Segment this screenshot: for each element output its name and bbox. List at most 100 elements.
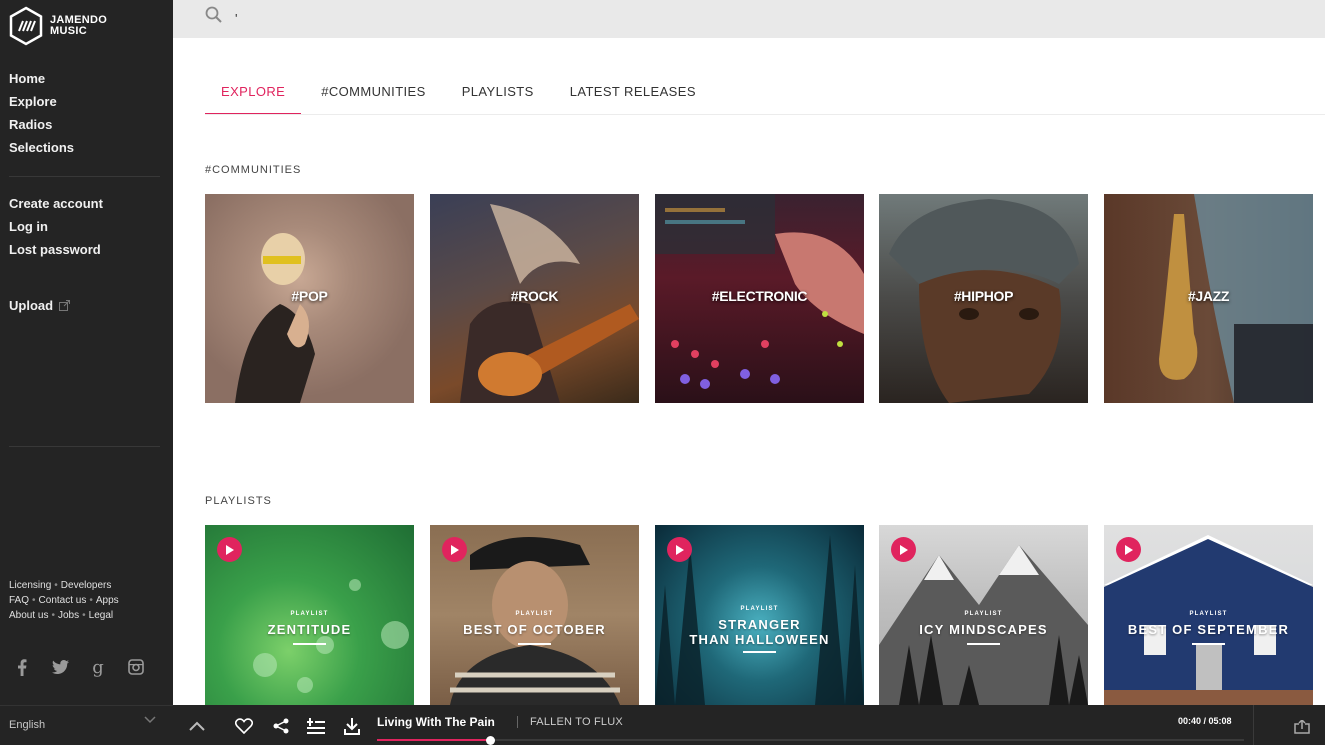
nav-explore[interactable]: Explore [9, 93, 74, 116]
add-to-queue-icon[interactable] [307, 717, 325, 735]
jamendo-logo-icon [9, 6, 43, 46]
tab-latest-releases[interactable]: LATEST RELEASES [550, 72, 712, 115]
playlist-tag: PLAYLIST [740, 606, 779, 612]
playlist-title-line-1: BEST OF OCTOBER [463, 622, 606, 637]
share-icon[interactable] [272, 717, 290, 735]
community-label-jazz: #JAZZ [1187, 288, 1230, 304]
chevron-down-icon[interactable] [144, 716, 156, 724]
upload-label: Upload [9, 298, 54, 313]
community-card-pop[interactable]: #POP [205, 194, 414, 403]
sidebar-divider [9, 446, 160, 447]
play-icon [451, 544, 459, 555]
playlist-card-icy-mindscapes[interactable]: PLAYLIST ICY MINDSCAPES [879, 525, 1088, 705]
twitter-icon[interactable] [51, 658, 69, 676]
play-button[interactable] [891, 537, 916, 562]
nav-home[interactable]: Home [9, 70, 74, 93]
community-card-electronic[interactable]: #ELECTRONIC [655, 194, 864, 403]
playlist-card-zentitude[interactable]: PLAYLIST ZENTITUDE [205, 525, 414, 705]
external-link-icon [59, 300, 71, 311]
community-card-hiphop[interactable]: #HIPHOP [879, 194, 1088, 403]
footer-faq[interactable]: FAQ [9, 595, 29, 606]
logo-line-2: MUSIC [50, 25, 87, 37]
social-links: g [13, 657, 145, 678]
community-label-hiphop: #HIPHOP [953, 288, 1014, 304]
footer-developers[interactable]: Developers [61, 580, 112, 591]
community-card-jazz[interactable]: #JAZZ [1104, 194, 1313, 403]
communities-section-title: #COMMUNITIES [205, 164, 302, 176]
footer-contact[interactable]: Contact us [39, 595, 87, 606]
language-divider [0, 705, 173, 706]
footer-jobs[interactable]: Jobs [58, 610, 79, 621]
player-divider [1253, 705, 1254, 745]
logo[interactable]: JAMENDO MUSIC [8, 6, 107, 46]
heart-icon[interactable] [235, 717, 253, 735]
tab-explore[interactable]: EXPLORE [205, 72, 302, 115]
track-separator [517, 716, 518, 728]
footer-links: Licensing • Developers FAQ • Contact us • Apps… [9, 580, 119, 621]
footer-legal[interactable]: Legal [89, 610, 113, 621]
account-nav: Create account Log in Lost password [9, 195, 103, 264]
playlist-card-best-of-september[interactable]: PLAYLIST BEST OF SEPTEMBER [1104, 525, 1313, 705]
footer-about[interactable]: About us [9, 610, 48, 621]
download-icon[interactable] [343, 717, 361, 735]
play-button[interactable] [442, 537, 467, 562]
community-label-pop: #POP [291, 288, 328, 304]
language-selector[interactable]: English [9, 719, 45, 731]
playlist-title-line-1: STRANGER [718, 617, 801, 632]
play-icon [676, 544, 684, 555]
instagram-icon[interactable] [127, 658, 145, 676]
progress-fill [377, 739, 490, 741]
footer-apps[interactable]: Apps [96, 595, 119, 606]
upload-link[interactable]: Upload [9, 298, 71, 313]
playlists-section-title: PLAYLISTS [205, 495, 272, 507]
search-input[interactable] [235, 8, 835, 28]
community-card-rock[interactable]: #ROCK [430, 194, 639, 403]
search-icon[interactable] [205, 6, 223, 24]
facebook-icon[interactable] [13, 658, 31, 676]
playlist-title: BEST OF OCTOBER [430, 622, 639, 637]
tab-communities[interactable]: #COMMUNITIES [301, 72, 441, 115]
google-plus-icon[interactable]: g [89, 657, 107, 678]
progress-handle[interactable] [485, 736, 495, 745]
progress-track[interactable] [377, 739, 1244, 741]
nav-create-account[interactable]: Create account [9, 195, 103, 218]
title-underline [293, 643, 326, 645]
playlist-tag: PLAYLIST [1189, 611, 1228, 617]
playlist-title: BEST OF SEPTEMBER [1104, 622, 1313, 637]
play-icon [1125, 544, 1133, 555]
playlist-tag: PLAYLIST [515, 611, 554, 617]
expand-player-icon[interactable] [1293, 718, 1311, 736]
nav-radios[interactable]: Radios [9, 116, 74, 139]
track-artist[interactable]: FALLEN TO FLUX [530, 716, 623, 728]
chevron-up-icon[interactable] [188, 717, 206, 735]
play-button[interactable] [667, 537, 692, 562]
playlist-title: ICY MINDSCAPES [879, 622, 1088, 637]
search-bar [173, 0, 1325, 38]
play-button[interactable] [217, 537, 242, 562]
nav-selections[interactable]: Selections [9, 139, 74, 162]
player-bar: Living With The Pain FALLEN TO FLUX 00:4… [173, 705, 1325, 745]
play-button[interactable] [1116, 537, 1141, 562]
tab-playlists[interactable]: PLAYLISTS [442, 72, 550, 115]
nav-log-in[interactable]: Log in [9, 218, 103, 241]
playlist-tag: PLAYLIST [290, 611, 329, 617]
play-icon [226, 544, 234, 555]
playlist-card-best-of-october[interactable]: PLAYLIST BEST OF OCTOBER [430, 525, 639, 705]
playlist-title-line-2: THAN HALLOWEEN [689, 632, 830, 647]
community-label-electronic: #ELECTRONIC [711, 288, 808, 304]
track-title[interactable]: Living With The Pain [377, 715, 495, 729]
nav-lost-password[interactable]: Lost password [9, 241, 103, 264]
footer-licensing[interactable]: Licensing [9, 580, 51, 591]
title-underline [967, 643, 1000, 645]
playlist-title-line-1: ZENTITUDE [267, 622, 352, 637]
playlist-title: STRANGER THAN HALLOWEEN [655, 617, 864, 647]
title-underline [518, 643, 551, 645]
main-nav: Home Explore Radios Selections [9, 70, 74, 162]
tabs-divider [205, 114, 1325, 115]
playlist-tag: PLAYLIST [964, 611, 1003, 617]
track-time: 00:40 / 05:08 [1178, 716, 1232, 726]
title-underline [1192, 643, 1225, 645]
sidebar: JAMENDO MUSIC Home Explore Radios Select… [0, 0, 173, 745]
playlist-card-stranger-than-halloween[interactable]: PLAYLIST STRANGER THAN HALLOWEEN [655, 525, 864, 705]
community-label-rock: #ROCK [510, 288, 559, 304]
